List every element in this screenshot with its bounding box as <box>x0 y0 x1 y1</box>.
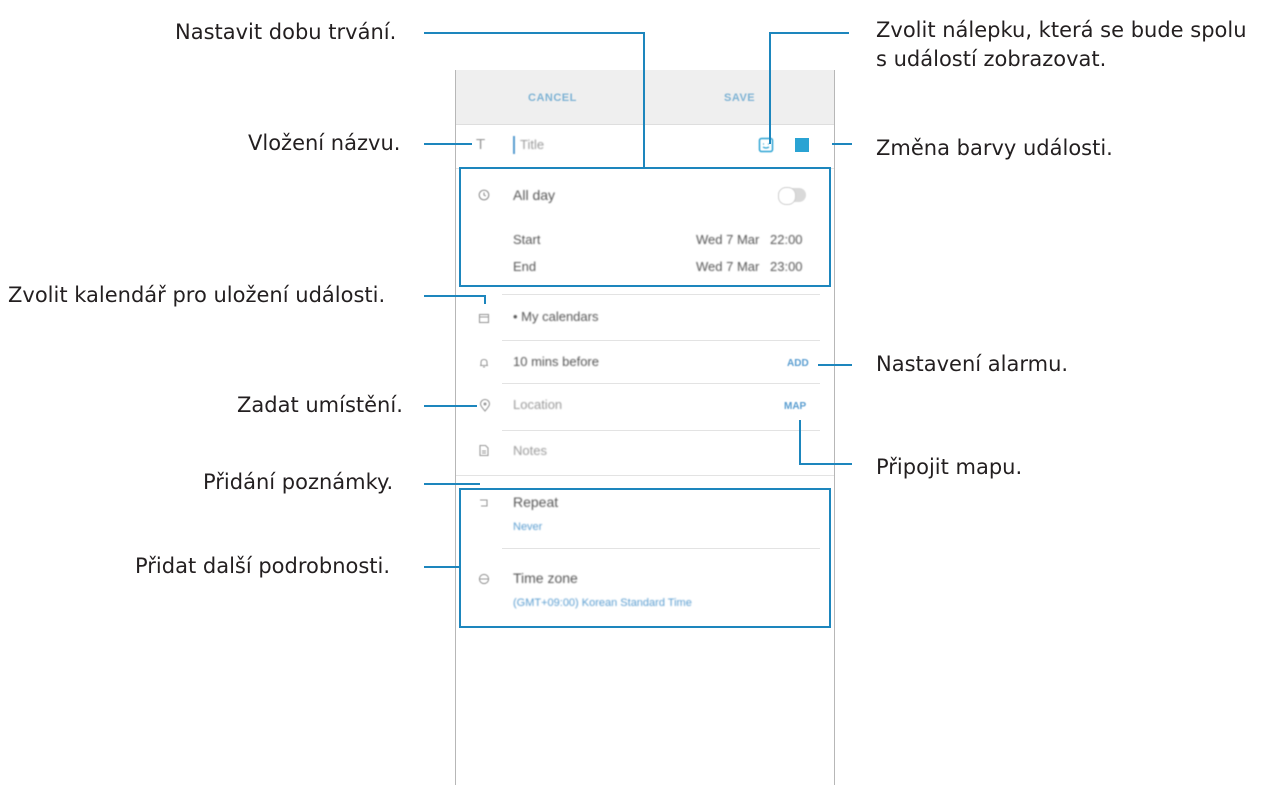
calendar-icon <box>478 311 492 325</box>
callout-color: Změna barvy události. <box>876 136 1113 160</box>
top-action-bar: CANCEL SAVE <box>456 70 834 125</box>
callout-notes: Přidání poznámky. <box>203 470 394 494</box>
sticker-icon[interactable] <box>758 137 774 153</box>
callout-sticker-line2: s událostí zobrazovat. <box>876 47 1107 71</box>
notes-icon <box>478 444 492 458</box>
callout-details: Přidat další podrobnosti. <box>135 554 391 578</box>
callout-location: Zadat umístění. <box>237 393 403 417</box>
divider <box>502 383 820 384</box>
details-highlight-box <box>459 488 831 628</box>
cancel-button[interactable]: CANCEL <box>528 92 577 104</box>
callout-calendar: Zvolit kalendář pro uložení události. <box>8 283 386 307</box>
divider <box>502 430 820 431</box>
duration-highlight-box <box>459 167 831 287</box>
divider <box>456 475 834 476</box>
save-button[interactable]: SAVE <box>724 92 755 104</box>
notes-input[interactable]: Notes <box>513 443 547 458</box>
callout-title: Vložení názvu. <box>248 131 401 155</box>
callout-map: Připojit mapu. <box>876 455 1023 479</box>
map-button[interactable]: MAP <box>784 401 806 412</box>
text-cursor <box>513 136 515 154</box>
divider <box>502 294 820 295</box>
callout-duration: Nastavit dobu trvání. <box>175 20 397 44</box>
bell-icon <box>478 356 492 370</box>
divider <box>502 340 820 341</box>
event-color-button[interactable] <box>795 138 809 152</box>
location-input[interactable]: Location <box>513 397 562 412</box>
calendar-selector[interactable]: • My calendars <box>513 309 598 324</box>
title-icon: T <box>476 136 486 153</box>
title-input[interactable]: Title <box>520 137 544 152</box>
reminder-value[interactable]: 10 mins before <box>513 354 599 369</box>
callout-sticker-line1: Zvolit nálepku, která se bude spolu <box>876 18 1247 42</box>
callout-alarm: Nastavení alarmu. <box>876 352 1069 376</box>
location-pin-icon <box>479 398 493 413</box>
add-alarm-button[interactable]: ADD <box>787 358 809 369</box>
